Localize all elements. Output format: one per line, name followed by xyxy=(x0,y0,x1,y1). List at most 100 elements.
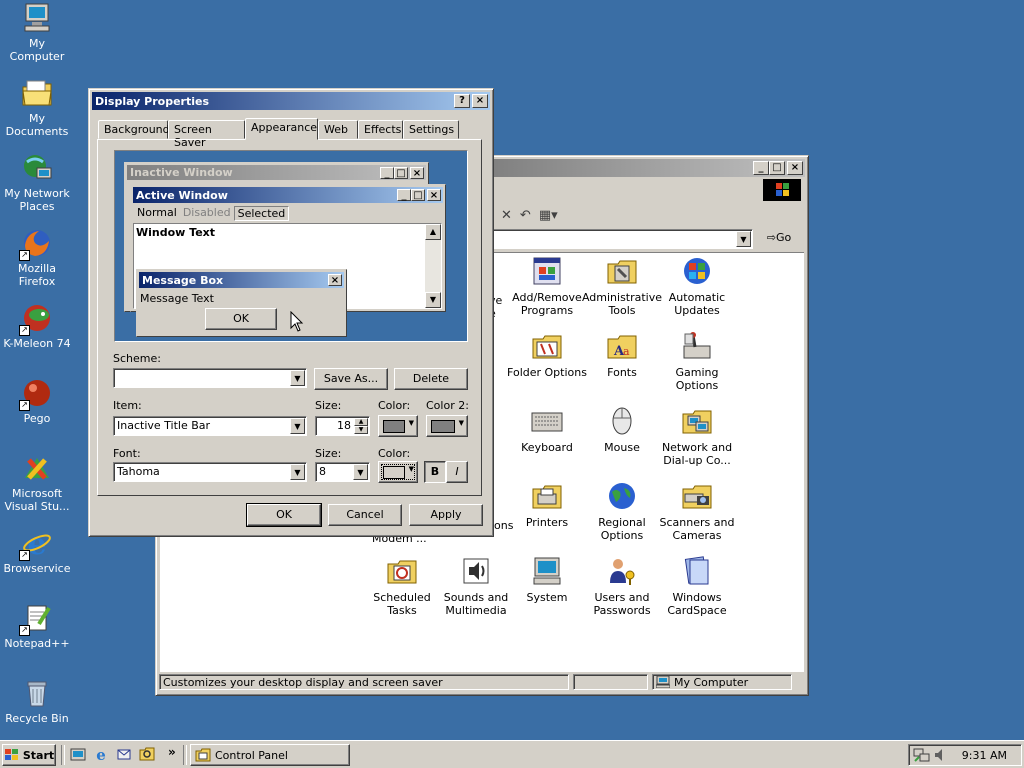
taskbar-divider xyxy=(183,745,187,765)
delete-button[interactable]: Delete xyxy=(394,368,468,390)
cp-item-sounds-multimedia[interactable]: Sounds and Multimedia xyxy=(435,555,517,617)
address-dropdown-arrow[interactable]: ▼ xyxy=(736,231,751,247)
desktop-icon-notepadpp[interactable]: ↗ Notepad++ xyxy=(0,602,74,650)
close-button[interactable]: × xyxy=(787,161,803,175)
go-button[interactable]: ⇨Go xyxy=(759,229,799,249)
desktop-icon-my-network-places[interactable]: My Network Places xyxy=(0,152,74,213)
italic-toggle[interactable]: I xyxy=(446,461,468,483)
maximize-button[interactable]: □ xyxy=(769,161,785,175)
ok-button[interactable]: OK xyxy=(246,503,322,527)
tab-appearance[interactable]: Appearance xyxy=(245,118,318,140)
apply-button[interactable]: Apply xyxy=(409,504,483,526)
stepper-arrows[interactable]: ▲ ▼ xyxy=(354,418,368,434)
chevron-down-icon: ▼ xyxy=(408,465,414,473)
svg-text:a: a xyxy=(623,345,630,358)
control-panel-titlebar[interactable]: _ □ × xyxy=(491,159,805,177)
printers-icon xyxy=(531,480,563,512)
display-properties-dialog: Display Properties ? × Background Screen… xyxy=(88,88,494,537)
search-icon[interactable] xyxy=(139,746,155,762)
address-input[interactable]: ▼ xyxy=(491,229,753,249)
appearance-preview[interactable]: Inactive Window _ □ × Active Window _ □ × No… xyxy=(114,150,468,342)
desktop-icon-label: Recycle Bin xyxy=(5,712,69,725)
tab-web[interactable]: Web xyxy=(318,120,358,139)
views-icon[interactable]: ▦▾ xyxy=(539,208,558,223)
windows-logo-icon xyxy=(4,748,20,762)
undo-icon[interactable]: ↶ xyxy=(520,208,531,223)
item-select[interactable]: Inactive Title Bar ▼ xyxy=(113,416,307,436)
cp-item-windows-cardspace[interactable]: Windows CardSpace xyxy=(656,555,738,617)
tab-settings[interactable]: Settings xyxy=(403,120,459,139)
cp-item-users-passwords[interactable]: Users and Passwords xyxy=(581,555,663,617)
scheme-select[interactable]: ▼ xyxy=(113,368,307,388)
outlook-icon[interactable] xyxy=(116,746,132,762)
item-color2-button[interactable]: ▼ xyxy=(426,415,468,437)
cp-item-network-dialup[interactable]: Network and Dial-up Co... xyxy=(656,405,738,467)
item-color-button[interactable]: ▼ xyxy=(378,415,418,437)
chevron-down-icon[interactable]: ▼ xyxy=(353,464,368,480)
cp-item-automatic-updates[interactable]: Automatic Updates xyxy=(656,255,738,317)
dialog-titlebar[interactable]: Display Properties ? × xyxy=(92,92,490,110)
preview-scrollbar: ▲ ▼ xyxy=(425,224,441,308)
cp-item-administrative-tools[interactable]: Administrative Tools xyxy=(581,255,663,317)
chevron-down-icon[interactable]: ▼ xyxy=(290,464,305,480)
tab-effects[interactable]: Effects xyxy=(358,120,403,139)
close-button[interactable]: × xyxy=(472,94,488,108)
font-select[interactable]: Tahoma ▼ xyxy=(113,462,307,482)
mouse-cursor-icon xyxy=(290,311,304,332)
ie-icon[interactable]: e xyxy=(93,746,109,764)
tab-screen-saver[interactable]: Screen Saver xyxy=(168,120,245,149)
cp-item-system[interactable]: System xyxy=(506,555,588,604)
cp-item-keyboard[interactable]: Keyboard xyxy=(506,405,588,454)
item-size-label: Size: xyxy=(315,399,342,412)
cp-item-fonts[interactable]: Aa Fonts xyxy=(581,330,663,379)
desktop-icon-my-documents[interactable]: My Documents xyxy=(0,77,74,138)
font-size-select[interactable]: 8 ▼ xyxy=(315,462,370,482)
show-desktop-icon[interactable] xyxy=(70,746,86,762)
desktop-icon-kmeleon[interactable]: ↗ K-Meleon 74 xyxy=(0,302,74,350)
font-color-button[interactable]: ▼ xyxy=(378,461,418,483)
cp-item-scheduled-tasks[interactable]: Scheduled Tasks xyxy=(361,555,443,617)
cp-item-label: System xyxy=(526,591,568,604)
taskbar-control-panel-button[interactable]: Control Panel xyxy=(190,744,350,766)
preview-menu-normal: Normal xyxy=(137,206,177,219)
visual-studio-icon xyxy=(21,452,53,484)
desktop-icon-label: My Documents xyxy=(5,112,69,138)
quick-launch-chevron[interactable]: » xyxy=(168,745,176,759)
scheduled-tasks-icon xyxy=(386,555,418,587)
cp-item-scanners-cameras[interactable]: Scanners and Cameras xyxy=(656,480,738,542)
cp-item-printers[interactable]: Printers xyxy=(506,480,588,529)
network-tray-icon[interactable] xyxy=(913,747,931,763)
cp-item-mouse[interactable]: Mouse xyxy=(581,405,663,454)
cp-item-folder-options[interactable]: Folder Options xyxy=(506,330,588,379)
minimize-button[interactable]: _ xyxy=(753,161,769,175)
bold-toggle[interactable]: B xyxy=(424,461,446,483)
cardspace-icon xyxy=(681,555,713,587)
font-label: Font: xyxy=(113,447,141,460)
cp-item-regional-options[interactable]: Regional Options xyxy=(581,480,663,542)
color-swatch xyxy=(383,466,405,479)
desktop-icon-browservice[interactable]: e ↗ Browservice xyxy=(0,527,74,575)
help-button[interactable]: ? xyxy=(454,94,470,108)
clock[interactable]: 9:31 AM xyxy=(962,749,1007,762)
desktop-icon-my-computer[interactable]: My Computer xyxy=(0,2,74,63)
cancel-button[interactable]: Cancel xyxy=(328,504,402,526)
desktop-icon-visual-studio[interactable]: Microsoft Visual Stu... xyxy=(0,452,74,513)
cp-item-gaming-options[interactable]: Gaming Options xyxy=(656,330,738,392)
delete-icon[interactable]: ✕ xyxy=(501,208,512,223)
tab-background[interactable]: Background xyxy=(98,120,170,139)
save-as-button[interactable]: Save As... xyxy=(314,368,388,390)
chevron-down-icon[interactable]: ▼ xyxy=(290,370,305,386)
desktop-icon-label: Browservice xyxy=(3,562,71,575)
chevron-down-icon[interactable]: ▼ xyxy=(290,418,305,434)
preview-msgbox-ok-button: OK xyxy=(205,308,277,330)
start-button[interactable]: Start xyxy=(2,744,56,766)
item-size-stepper[interactable]: 18 ▲ ▼ xyxy=(315,416,370,436)
chevron-down-icon: ▼ xyxy=(458,419,464,427)
desktop-icon-pego[interactable]: ↗ Pego xyxy=(0,377,74,425)
volume-icon[interactable] xyxy=(933,747,947,763)
cp-item-add-remove-programs[interactable]: Add/Remove Programs xyxy=(506,255,588,317)
desktop-icon-recycle-bin[interactable]: Recycle Bin xyxy=(0,677,74,725)
desktop-icon-firefox[interactable]: ↗ Mozilla Firefox xyxy=(0,227,74,288)
desktop-icon-label: Pego xyxy=(23,412,51,425)
color-swatch xyxy=(383,420,405,433)
